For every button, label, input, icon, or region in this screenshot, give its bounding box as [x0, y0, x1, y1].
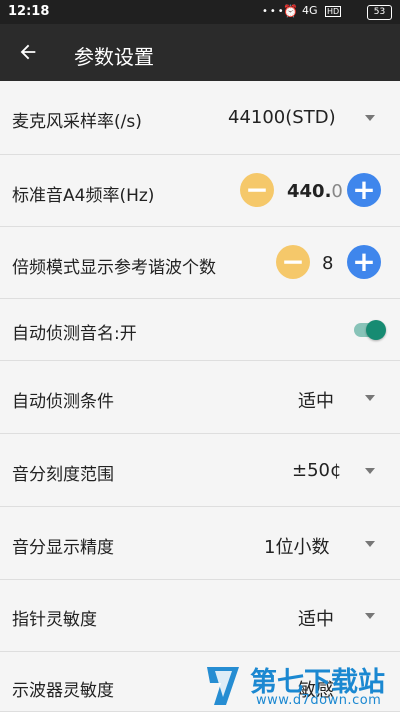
watermark-logo-icon — [207, 667, 239, 705]
back-arrow-icon — [20, 44, 36, 60]
dropdown-arrow-icon[interactable] — [365, 395, 375, 401]
setting-label: 麦克风采样率(/s) — [12, 112, 142, 132]
setting-label: 示波器灵敏度 — [12, 681, 114, 701]
setting-row-cent-precision[interactable]: 音分显示精度 1位小数 — [0, 507, 400, 580]
a4-frequency-value: 440.0 — [287, 181, 343, 202]
setting-label: 自动侦测音名:开 — [12, 324, 137, 344]
dropdown-arrow-icon[interactable] — [365, 468, 375, 474]
decrease-button[interactable]: − — [240, 173, 274, 207]
cent-range-value[interactable]: ±50¢ — [292, 460, 341, 481]
setting-row-detect-condition[interactable]: 自动侦测条件 适中 — [0, 361, 400, 434]
setting-label: 标准音A4频率(Hz) — [12, 186, 155, 206]
status-time: 12:18 — [8, 4, 50, 19]
increase-button[interactable]: + — [347, 173, 381, 207]
page-title: 参数设置 — [74, 45, 154, 69]
setting-label: 音分刻度范围 — [12, 465, 114, 485]
setting-row-cent-range[interactable]: 音分刻度范围 ±50¢ — [0, 434, 400, 507]
battery-icon: 53 — [367, 5, 392, 20]
setting-row-a4-frequency: 标准音A4频率(Hz) − 440.0 + — [0, 155, 400, 227]
setting-row-needle-sensitivity[interactable]: 指针灵敏度 适中 — [0, 580, 400, 652]
harmonic-count-value: 8 — [322, 253, 334, 274]
setting-row-sample-rate[interactable]: 麦克风采样率(/s) 44100(STD) — [0, 81, 400, 155]
dropdown-arrow-icon[interactable] — [365, 115, 375, 121]
setting-label: 音分显示精度 — [12, 538, 114, 558]
hd-icon: HD — [325, 6, 342, 17]
detect-condition-value[interactable]: 适中 — [298, 387, 334, 413]
alarm-icon: ⏰ — [283, 4, 298, 18]
app-bar: 参数设置 — [0, 24, 400, 81]
cent-precision-value[interactable]: 1位小数 — [264, 533, 329, 559]
setting-row-harmonic-count: 倍频模式显示参考谐波个数 − 8 + — [0, 227, 400, 299]
signal-icon: 4G — [302, 4, 318, 17]
setting-label: 自动侦测条件 — [12, 392, 114, 412]
back-button[interactable] — [6, 30, 50, 74]
sample-rate-value[interactable]: 44100(STD) — [228, 107, 336, 128]
setting-label: 倍频模式显示参考谐波个数 — [12, 258, 216, 278]
increase-button[interactable]: + — [347, 245, 381, 279]
status-bar: 12:18 ••• ⏰ 4G HD 53 — [0, 0, 400, 24]
needle-sensitivity-value[interactable]: 适中 — [298, 605, 334, 631]
watermark-url: www.d7down.com — [256, 693, 382, 708]
dropdown-arrow-icon[interactable] — [365, 613, 375, 619]
setting-label: 指针灵敏度 — [12, 610, 97, 630]
setting-row-auto-detect-note[interactable]: 自动侦测音名:开 — [0, 299, 400, 361]
decrease-button[interactable]: − — [276, 245, 310, 279]
dropdown-arrow-icon[interactable] — [365, 541, 375, 547]
toggle-thumb[interactable] — [366, 320, 386, 340]
